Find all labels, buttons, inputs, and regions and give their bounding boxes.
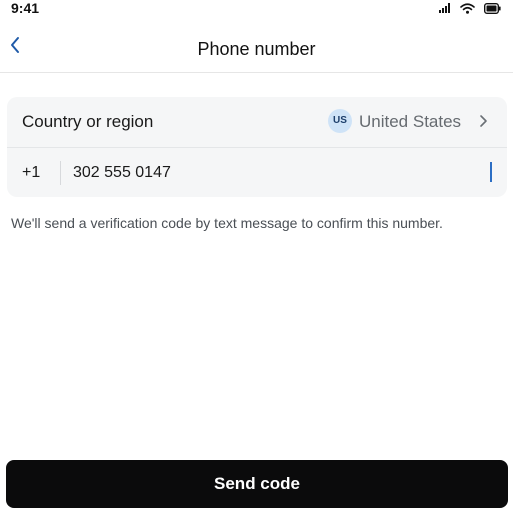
signal-icon (439, 3, 451, 13)
helper-text: We'll send a verification code by text m… (11, 215, 443, 231)
country-label: Country or region (22, 112, 154, 131)
status-bar: 9:41 (0, 0, 513, 18)
send-code-button[interactable]: Send code (6, 460, 508, 508)
phone-row: +1 (7, 148, 507, 197)
dial-code: +1 (22, 164, 41, 181)
chevron-right-icon (479, 114, 488, 133)
dial-code-divider (60, 161, 61, 185)
battery-icon (484, 2, 501, 14)
country-code-badge: US (328, 109, 352, 133)
phone-form-card: Country or region US United States +1 (7, 97, 507, 197)
text-cursor (490, 162, 492, 182)
wifi-icon (460, 2, 475, 14)
phone-number-input[interactable] (73, 160, 487, 186)
status-time: 9:41 (11, 0, 40, 16)
country-value: United States (359, 112, 462, 131)
nav-header: Phone number (0, 24, 513, 73)
phone-number-screen: 9:41 Phone number Country or region US U… (0, 0, 513, 512)
country-selector[interactable]: Country or region US United States (7, 97, 507, 148)
status-icons (439, 1, 501, 15)
page-title: Phone number (197, 39, 316, 59)
